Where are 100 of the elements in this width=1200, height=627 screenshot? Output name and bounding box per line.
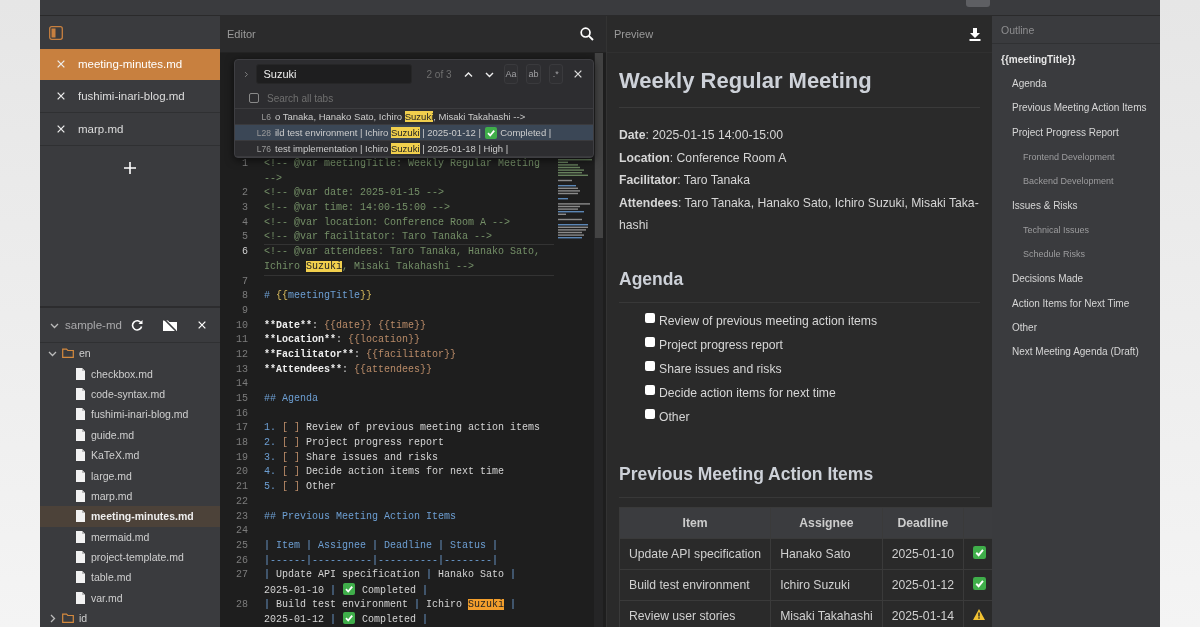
- line-number: 26: [235, 553, 248, 568]
- checkbox[interactable]: [645, 312, 655, 323]
- line-number: 4: [241, 215, 248, 230]
- option-toggle[interactable]: Aa: [503, 64, 519, 84]
- checkbox[interactable]: [645, 360, 655, 371]
- code-line: **Date**: {{date}} {{time}}: [264, 318, 428, 333]
- line-number: 9: [241, 303, 248, 318]
- line-number: 20: [235, 465, 248, 480]
- tree-item[interactable]: en: [40, 343, 220, 364]
- code-line: # {{meetingTitle}}: [264, 289, 374, 304]
- close-icon[interactable]: [56, 91, 66, 101]
- tree-item[interactable]: fushimi-inari-blog.md: [40, 404, 220, 425]
- task-label: Share issues and risks: [659, 361, 782, 376]
- tree-item[interactable]: code-syntax.md: [40, 383, 220, 405]
- folder-icon: [62, 612, 74, 625]
- tree-item[interactable]: large.md: [40, 465, 220, 486]
- file-icon: [75, 449, 86, 462]
- code-line: Ichiro Suzuki, Misaki Takahashi -->: [264, 259, 476, 274]
- outline-item[interactable]: Other: [992, 315, 1160, 340]
- tree-item[interactable]: id: [40, 608, 220, 627]
- table-cell: Review user stories: [619, 600, 771, 627]
- task-label: Decide action items for next time: [659, 385, 836, 400]
- line-number: 2: [241, 186, 248, 201]
- option-toggle[interactable]: .*: [548, 64, 563, 84]
- check-icon: [484, 126, 497, 139]
- tree-item[interactable]: project-template.md: [40, 546, 220, 568]
- scrollbar-thumb[interactable]: [595, 53, 603, 238]
- checkbox-label: Search all tabs: [267, 92, 334, 104]
- code-line: |------|----------|----------|--------|: [264, 553, 500, 568]
- file-icon: [75, 489, 86, 502]
- table-cell: 2025-01-10: [882, 538, 964, 570]
- warning-icon: [972, 607, 987, 621]
- search-result[interactable]: L28 ild test environment | Ichiro Suzuki | 2025-01-12 | Completed |: [235, 125, 593, 141]
- tree-item[interactable]: KaTeX.md: [40, 444, 220, 466]
- section-heading: Previous Meeting Action Items: [619, 461, 980, 498]
- search-icon[interactable]: [580, 27, 594, 41]
- outline-item[interactable]: Technical Issues: [992, 217, 1160, 243]
- outline-item[interactable]: Schedule Risks: [992, 242, 1160, 267]
- refresh-icon[interactable]: [131, 319, 143, 331]
- line-number: 25: [235, 538, 248, 553]
- outline-item[interactable]: Decisions Made: [992, 266, 1160, 291]
- chevron-right-icon[interactable]: [48, 613, 57, 623]
- outline-item[interactable]: Backend Development: [992, 168, 1160, 194]
- code-line: **Facilitator**: {{facilitator}}: [264, 347, 458, 362]
- file-icon: [75, 591, 86, 604]
- line-number: 11: [235, 333, 248, 348]
- line-number: 17: [235, 421, 248, 436]
- document-heading: Weekly Regular Meeting: [619, 67, 980, 108]
- line-number: 18: [235, 436, 248, 451]
- search-result[interactable]: L76 test implementation | Ichiro Suzuki | 2025-01-18 | High |: [235, 141, 593, 157]
- line-number: 19: [235, 450, 248, 465]
- chevron-up-icon: [463, 69, 473, 79]
- code-line: <!-- @var meetingTitle: Weekly Regular Meeting: [264, 157, 542, 171]
- find-field[interactable]: Suzuki: [256, 64, 413, 84]
- tree-item[interactable]: marp.md: [40, 485, 220, 507]
- tree-item[interactable]: guide.md: [40, 424, 220, 445]
- tree-item[interactable]: var.md: [40, 587, 220, 609]
- tree-item[interactable]: meeting-minutes.md: [40, 506, 220, 527]
- meta-text: Facilitator: Taro Tanaka: [619, 172, 751, 190]
- checkbox[interactable]: [249, 93, 259, 103]
- download-icon[interactable]: [969, 27, 981, 41]
- code-line: <!-- @var facilitator: Taro Tanaka -->: [264, 230, 494, 245]
- check-icon: [972, 576, 986, 590]
- match-count: 2 of 3: [426, 68, 453, 80]
- tree-item[interactable]: mermaid.md: [40, 526, 220, 547]
- close-icon[interactable]: [56, 124, 66, 134]
- code-line: -->: [264, 171, 283, 186]
- code-line: 3. [ ] Share issues and risks: [264, 450, 440, 465]
- outline-item[interactable]: Next Meeting Agenda (Draft): [992, 339, 1160, 365]
- code-line: | Item | Assignee | Deadline | Status |: [264, 538, 500, 553]
- line-number: 6: [241, 245, 248, 260]
- outline-item[interactable]: Agenda: [992, 71, 1160, 96]
- outline-item[interactable]: Action Items for Next Time: [992, 290, 1160, 316]
- option-toggle[interactable]: ab: [526, 64, 541, 84]
- code-line-text: 2025-01-10 |: [264, 584, 338, 596]
- checkbox[interactable]: [645, 384, 655, 395]
- panel-title: Editor: [227, 28, 256, 40]
- checkbox[interactable]: [645, 408, 655, 419]
- line-number: 5: [241, 230, 248, 245]
- outline-item[interactable]: {{meetingTitle}}: [992, 47, 1160, 72]
- outline-item[interactable]: Project Progress Report: [992, 120, 1160, 145]
- close-icon: [573, 69, 583, 79]
- tree-item[interactable]: table.md: [40, 567, 220, 588]
- file-icon: [75, 510, 86, 523]
- folder-off-icon[interactable]: [163, 319, 177, 331]
- task-label: Project progress report: [659, 337, 783, 352]
- chevron-right-icon[interactable]: [243, 69, 249, 79]
- check-icon: [972, 545, 986, 559]
- outline-item[interactable]: Previous Meeting Action Items: [992, 95, 1160, 121]
- outline-item[interactable]: Issues & Risks: [992, 193, 1160, 218]
- sidebar-toggle-icon[interactable]: [49, 25, 63, 40]
- outline-item[interactable]: Frontend Development: [992, 144, 1160, 169]
- line-label: L6: [260, 111, 272, 122]
- code-line: 2. [ ] Project progress report: [264, 436, 446, 451]
- task-label: Review of previous meeting action items: [659, 313, 878, 328]
- folder-name: sample-md: [65, 319, 123, 331]
- tree-item[interactable]: checkbox.md: [40, 363, 220, 384]
- line-number: 24: [235, 524, 248, 539]
- checkbox[interactable]: [645, 336, 655, 347]
- line-number: 14: [235, 377, 248, 392]
